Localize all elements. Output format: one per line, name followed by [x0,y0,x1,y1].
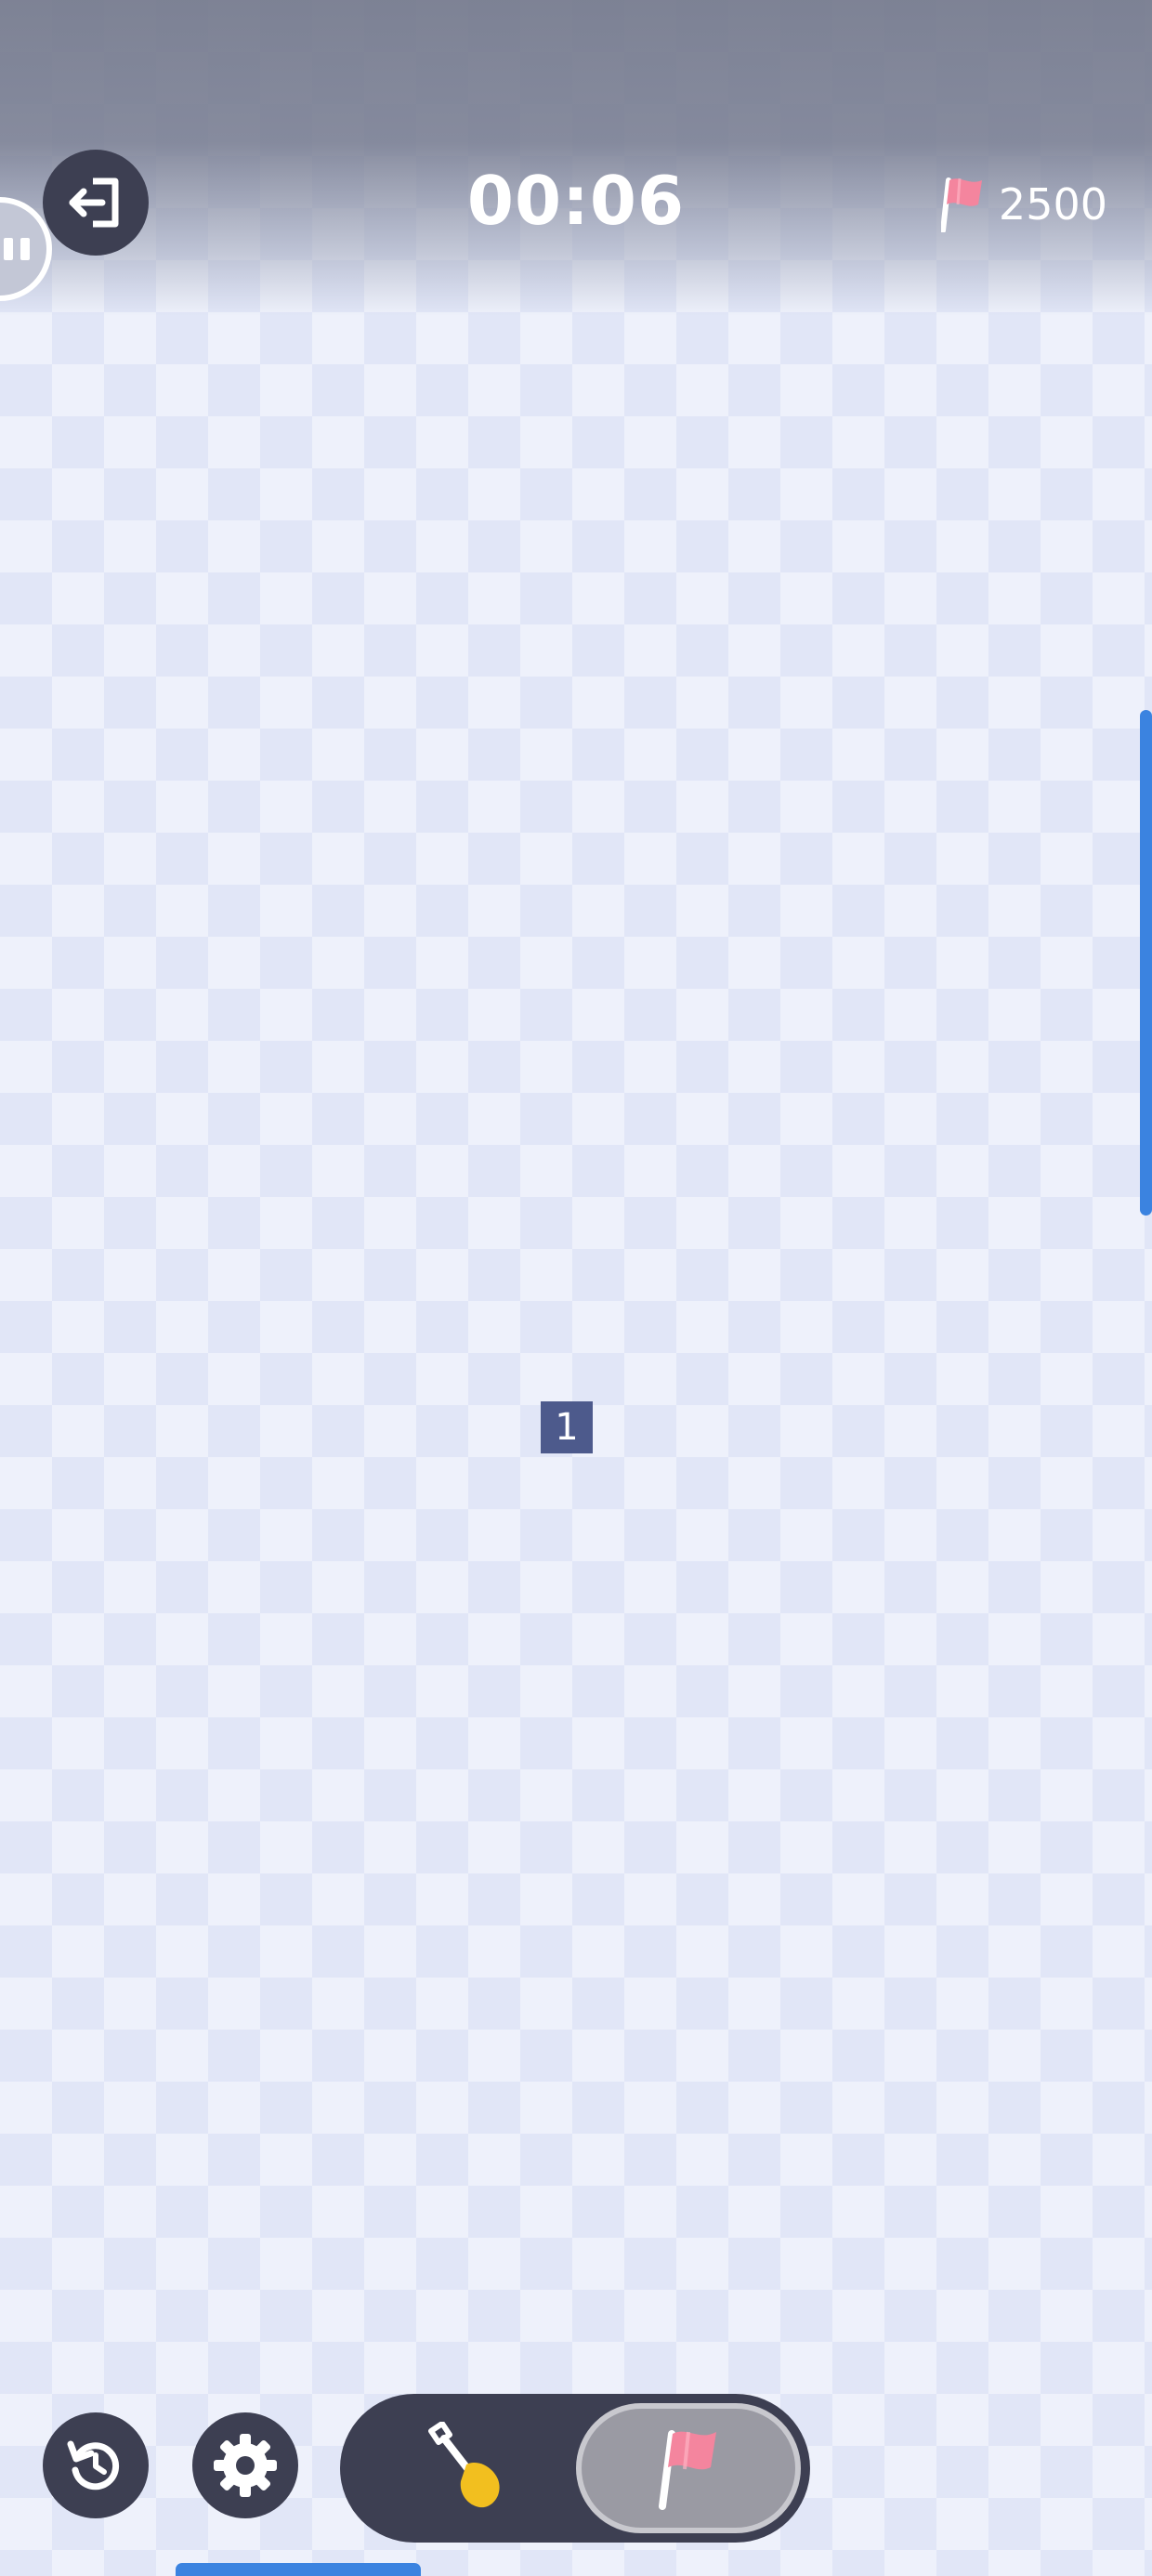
restart-icon [67,2440,120,2491]
pause-icon [4,238,13,260]
dig-mode-button[interactable] [405,2409,524,2528]
pause-icon-bar [20,238,30,260]
board-cell-revealed[interactable]: 1 [541,1401,593,1453]
shovel-icon [428,2422,500,2508]
scroll-indicator[interactable] [1140,710,1152,1216]
gear-icon [214,2434,277,2497]
top-shade [0,0,1152,316]
mode-toggle[interactable] [340,2394,810,2543]
flag-counter: 2500 [940,177,1107,232]
flag-mode-button[interactable] [576,2403,801,2533]
restart-button[interactable] [43,2412,149,2518]
flag-icon [940,177,982,232]
flag-mode-icon [659,2430,716,2510]
settings-button[interactable] [192,2412,298,2518]
flags-remaining: 2500 [998,179,1107,230]
home-indicator [176,2563,421,2576]
